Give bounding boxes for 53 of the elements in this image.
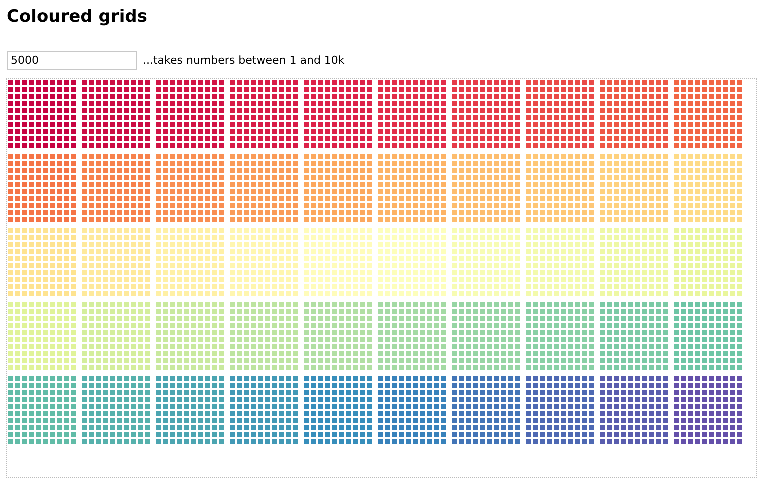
square-grid-drawing bbox=[452, 302, 520, 370]
square-grid-drawing bbox=[378, 80, 446, 148]
square-grid-drawing bbox=[378, 154, 446, 222]
square-grid-drawing bbox=[674, 302, 742, 370]
square-grid-drawing bbox=[304, 228, 372, 296]
square-grid-drawing bbox=[600, 376, 668, 444]
square-grid-drawing bbox=[156, 154, 224, 222]
square-grid-drawing bbox=[600, 80, 668, 148]
square-grid-drawing bbox=[378, 228, 446, 296]
square-grid-drawing bbox=[526, 154, 594, 222]
square-grid-drawing bbox=[82, 80, 150, 148]
square-grid-drawing bbox=[82, 376, 150, 444]
square-grid-drawing bbox=[230, 302, 298, 370]
square-grid-drawing bbox=[82, 154, 150, 222]
square-grid-drawing bbox=[156, 302, 224, 370]
square-grid-drawing bbox=[674, 228, 742, 296]
square-grid-drawing bbox=[304, 302, 372, 370]
input-hint: ...takes numbers between 1 and 10k bbox=[143, 54, 345, 66]
square-grid-drawing bbox=[600, 228, 668, 296]
square-grid-drawing bbox=[526, 228, 594, 296]
number-input-field[interactable]: 5000 bbox=[7, 50, 137, 70]
square-grid-drawing bbox=[452, 154, 520, 222]
square-grid-drawing bbox=[526, 376, 594, 444]
square-grid-drawing bbox=[452, 376, 520, 444]
square-grid-drawing bbox=[156, 376, 224, 444]
square-grid-drawing bbox=[8, 376, 76, 444]
square-grid-drawing bbox=[304, 80, 372, 148]
square-grid-drawing bbox=[378, 302, 446, 370]
square-grid-drawing bbox=[304, 376, 372, 444]
square-grid-drawing bbox=[230, 228, 298, 296]
square-grid-drawing bbox=[674, 376, 742, 444]
square-grid-drawing bbox=[600, 154, 668, 222]
square-grid-drawing bbox=[230, 154, 298, 222]
square-grid-drawing bbox=[82, 302, 150, 370]
square-grid-drawing bbox=[526, 302, 594, 370]
square-grid-drawing bbox=[8, 302, 76, 370]
square-grid-drawing bbox=[304, 154, 372, 222]
page-title: Coloured grids bbox=[7, 6, 148, 28]
square-grid-drawing bbox=[82, 228, 150, 296]
square-grid-drawing bbox=[8, 80, 76, 148]
square-grid-drawing bbox=[674, 80, 742, 148]
square-grid-drawing bbox=[230, 376, 298, 444]
square-grid-drawing bbox=[156, 80, 224, 148]
square-grid-drawing bbox=[600, 302, 668, 370]
square-grid-drawing bbox=[8, 228, 76, 296]
square-grid-drawing bbox=[230, 80, 298, 148]
square-grid-drawing bbox=[378, 376, 446, 444]
square-grid-drawing bbox=[156, 228, 224, 296]
square-grid-drawing bbox=[452, 80, 520, 148]
square-grid-drawing bbox=[452, 228, 520, 296]
square-grid-drawing bbox=[526, 80, 594, 148]
square-grid-drawing bbox=[8, 154, 76, 222]
square-grid-drawing bbox=[674, 154, 742, 222]
